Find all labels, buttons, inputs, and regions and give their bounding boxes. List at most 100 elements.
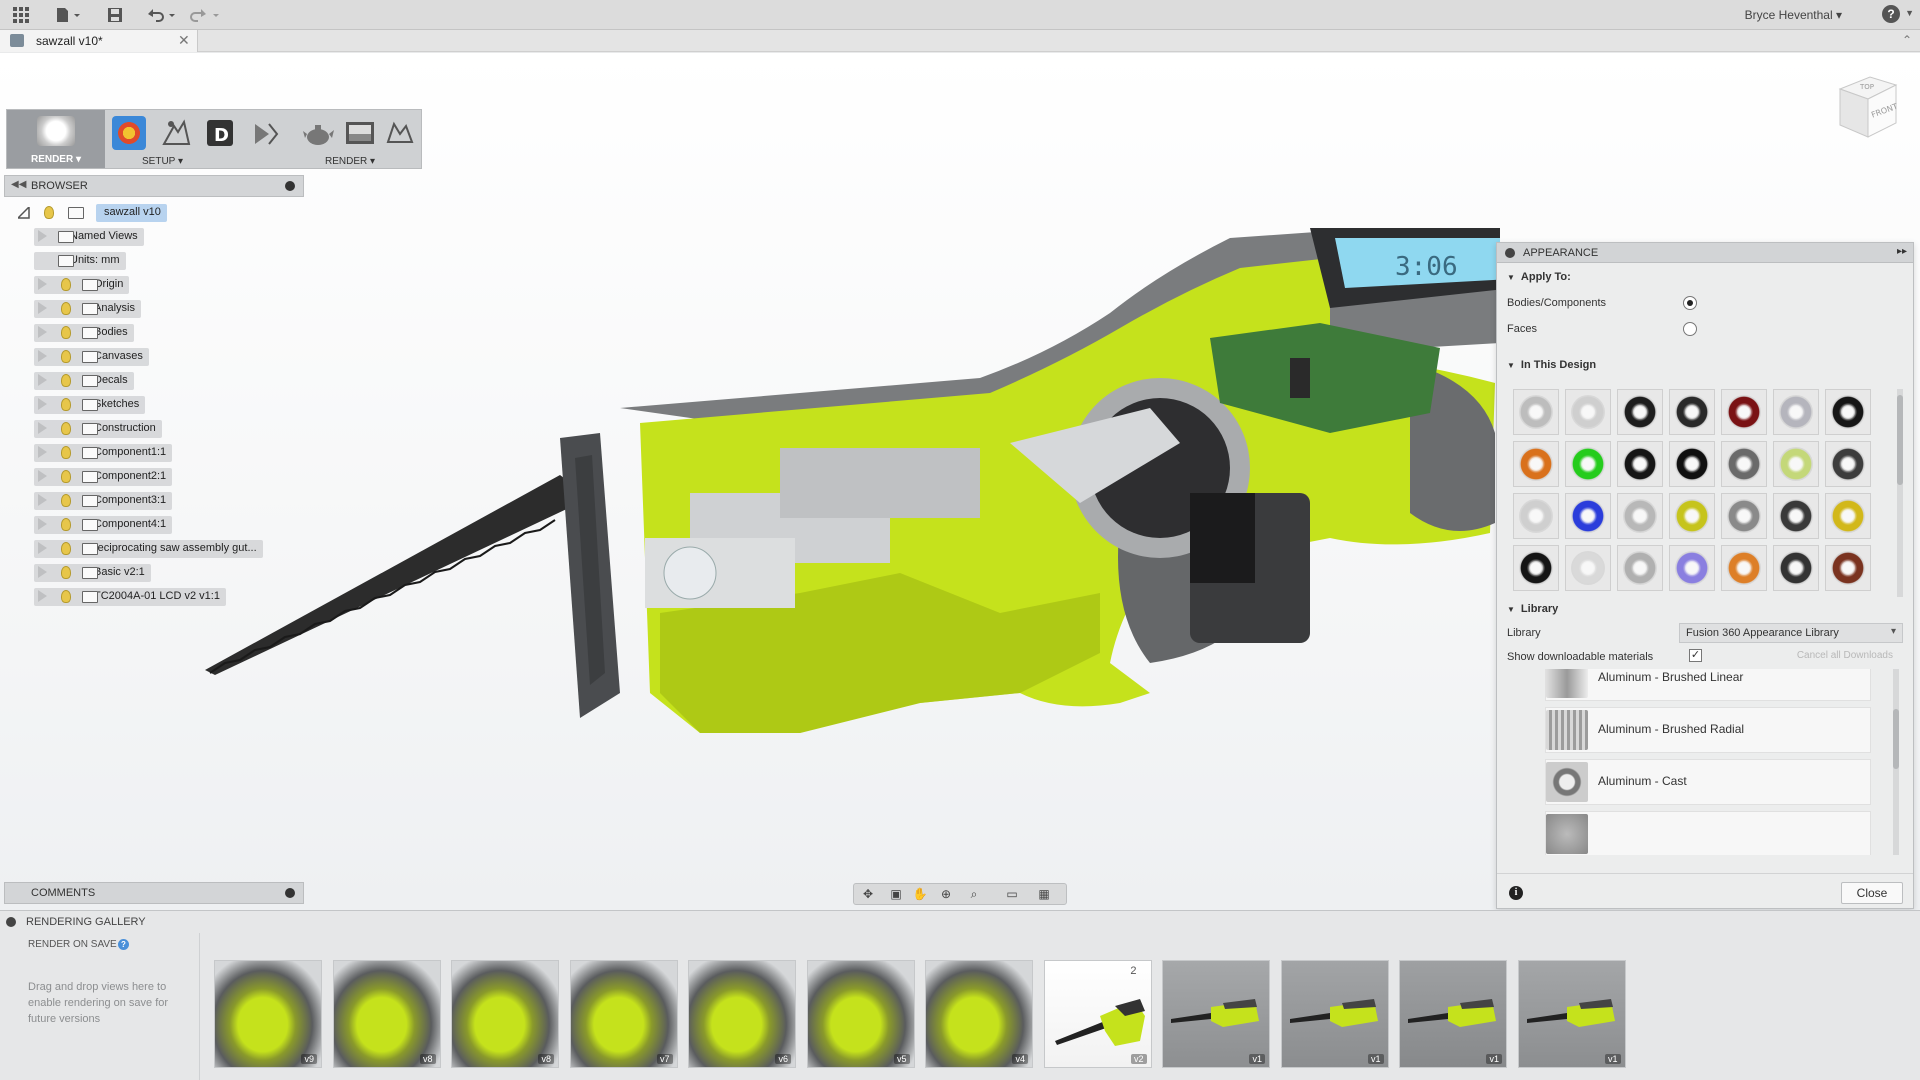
visibility-bulb-icon[interactable] xyxy=(44,206,54,219)
visibility-bulb-icon[interactable] xyxy=(61,590,71,603)
close-tab-icon[interactable]: ✕ xyxy=(178,32,190,49)
appearance-swatch[interactable] xyxy=(1565,441,1611,487)
render-thumbnail[interactable]: v2 2 xyxy=(1043,960,1152,1068)
info-icon[interactable]: i xyxy=(1509,886,1523,900)
setup-dropdown[interactable]: SETUP ▾ xyxy=(142,156,183,167)
viewcube[interactable]: TOP FRONT xyxy=(1830,71,1902,143)
visibility-bulb-icon[interactable] xyxy=(61,542,71,555)
tree-item[interactable]: reciprocating saw assembly gut... xyxy=(14,537,334,561)
in-this-design-section[interactable]: In This Design xyxy=(1507,359,1596,371)
visibility-bulb-icon[interactable] xyxy=(61,302,71,315)
cancel-downloads-link[interactable]: Cancel all Downloads xyxy=(1797,650,1893,661)
gallery-header[interactable]: RENDERING GALLERY xyxy=(0,911,1920,933)
render-thumbnail[interactable]: v4 xyxy=(925,960,1033,1068)
library-select[interactable]: Fusion 360 Appearance Library xyxy=(1679,623,1903,643)
visibility-bulb-icon[interactable] xyxy=(61,566,71,579)
appearance-swatch[interactable] xyxy=(1513,389,1559,435)
appearance-swatch[interactable] xyxy=(1669,545,1715,591)
render-dropdown[interactable]: RENDER ▾ xyxy=(325,156,375,167)
texture-map-icon[interactable] xyxy=(249,116,283,150)
render-teapot-icon[interactable] xyxy=(301,116,335,150)
visibility-bulb-icon[interactable] xyxy=(61,350,71,363)
pin-icon[interactable] xyxy=(285,888,295,898)
appearance-swatch[interactable] xyxy=(1825,441,1871,487)
panel-options-icon[interactable] xyxy=(1505,248,1515,258)
material-item[interactable]: Aluminum - Brushed Radial xyxy=(1545,707,1871,753)
material-item[interactable] xyxy=(1545,811,1871,855)
appearance-swatch[interactable] xyxy=(1565,389,1611,435)
appearance-icon[interactable] xyxy=(112,116,146,150)
appearance-swatch[interactable] xyxy=(1825,493,1871,539)
decal-icon[interactable]: D xyxy=(203,116,237,150)
appearance-swatch[interactable] xyxy=(1721,493,1767,539)
visibility-bulb-icon[interactable] xyxy=(61,398,71,411)
tree-item[interactable]: Basic v2:1 xyxy=(14,561,334,585)
appearance-swatch[interactable] xyxy=(1773,493,1819,539)
tree-item[interactable]: Units: mm xyxy=(14,249,334,273)
material-item[interactable]: Aluminum - Brushed Linear xyxy=(1545,669,1871,701)
tree-item[interactable]: Bodies xyxy=(14,321,334,345)
appearance-swatch[interactable] xyxy=(1617,389,1663,435)
file-icon[interactable] xyxy=(54,5,82,25)
appearance-swatch[interactable] xyxy=(1721,389,1767,435)
viewcube-top-label[interactable]: TOP xyxy=(1859,83,1874,91)
library-section[interactable]: Library xyxy=(1507,603,1558,615)
appearance-swatch[interactable] xyxy=(1617,493,1663,539)
render-thumbnail[interactable]: v9 xyxy=(214,960,322,1068)
tree-item[interactable]: Named Views xyxy=(14,225,334,249)
appearance-swatch[interactable] xyxy=(1721,441,1767,487)
appearance-swatch[interactable] xyxy=(1773,545,1819,591)
capture-image-icon[interactable] xyxy=(383,116,417,150)
tree-item[interactable]: Component4:1 xyxy=(14,513,334,537)
appearance-swatch[interactable] xyxy=(1513,493,1559,539)
pan-icon[interactable]: ✋ xyxy=(912,887,928,902)
gallery-drop-zone[interactable]: RENDER ON SAVE ? Drag and drop views her… xyxy=(0,933,200,1080)
redo-icon[interactable] xyxy=(188,5,222,25)
look-at-icon[interactable]: ▣ xyxy=(888,887,904,902)
render-thumbnail[interactable]: v1 xyxy=(1399,960,1507,1068)
appearance-swatch[interactable] xyxy=(1565,493,1611,539)
save-icon[interactable] xyxy=(106,5,124,25)
appearance-swatch[interactable] xyxy=(1773,389,1819,435)
tree-item[interactable]: TC2004A-01 LCD v2 v1:1 xyxy=(14,585,334,609)
help-icon[interactable]: ? xyxy=(118,939,129,950)
visibility-bulb-icon[interactable] xyxy=(61,326,71,339)
collapse-ribbon-icon[interactable]: ⌃ xyxy=(1902,33,1912,47)
visibility-bulb-icon[interactable] xyxy=(61,470,71,483)
grid-icon[interactable] xyxy=(12,5,30,25)
display-settings-icon[interactable]: ▭ xyxy=(1004,887,1020,902)
apply-to-section[interactable]: Apply To: xyxy=(1507,271,1571,283)
tree-item[interactable]: Origin xyxy=(14,273,334,297)
user-menu[interactable]: Bryce Heventhal ▾ xyxy=(1745,8,1842,22)
tree-item[interactable]: Component1:1 xyxy=(14,441,334,465)
tree-item[interactable]: Decals xyxy=(14,369,334,393)
tree-item[interactable]: Analysis xyxy=(14,297,334,321)
help-dropdown-icon[interactable]: ▼ xyxy=(1905,8,1914,18)
undo-icon[interactable] xyxy=(144,5,178,25)
appearance-swatch[interactable] xyxy=(1513,441,1559,487)
visibility-bulb-icon[interactable] xyxy=(61,518,71,531)
zoom-icon[interactable]: ⊕ xyxy=(938,887,954,902)
pin-icon[interactable] xyxy=(285,181,295,191)
appearance-swatch[interactable] xyxy=(1669,441,1715,487)
render-thumbnail[interactable]: v1 xyxy=(1162,960,1270,1068)
render-thumbnail[interactable]: v1 xyxy=(1517,960,1626,1068)
appearance-swatch[interactable] xyxy=(1565,545,1611,591)
tree-item[interactable]: Component2:1 xyxy=(14,465,334,489)
tree-item[interactable]: Canvases xyxy=(14,345,334,369)
render-thumbnail[interactable]: v5 xyxy=(806,960,915,1068)
visibility-bulb-icon[interactable] xyxy=(61,278,71,291)
close-button[interactable]: Close xyxy=(1841,882,1903,904)
render-thumbnail[interactable]: v8 xyxy=(332,960,441,1068)
workspace-switcher[interactable]: RENDER ▾ xyxy=(7,110,105,168)
zoom-window-icon[interactable]: ⌕ xyxy=(966,887,982,902)
browser-panel-header[interactable]: ◀◀ BROWSER xyxy=(4,175,304,197)
tree-item[interactable]: Construction xyxy=(14,417,334,441)
scene-settings-icon[interactable] xyxy=(159,116,193,150)
bodies-components-radio[interactable] xyxy=(1683,296,1697,310)
render-thumbnail[interactable]: v8 xyxy=(451,960,559,1068)
appearance-swatch[interactable] xyxy=(1617,441,1663,487)
document-tab[interactable]: sawzall v10* ✕ xyxy=(0,30,198,52)
grid-settings-icon[interactable]: ▦ xyxy=(1036,887,1052,902)
render-gallery-icon[interactable] xyxy=(343,116,377,150)
